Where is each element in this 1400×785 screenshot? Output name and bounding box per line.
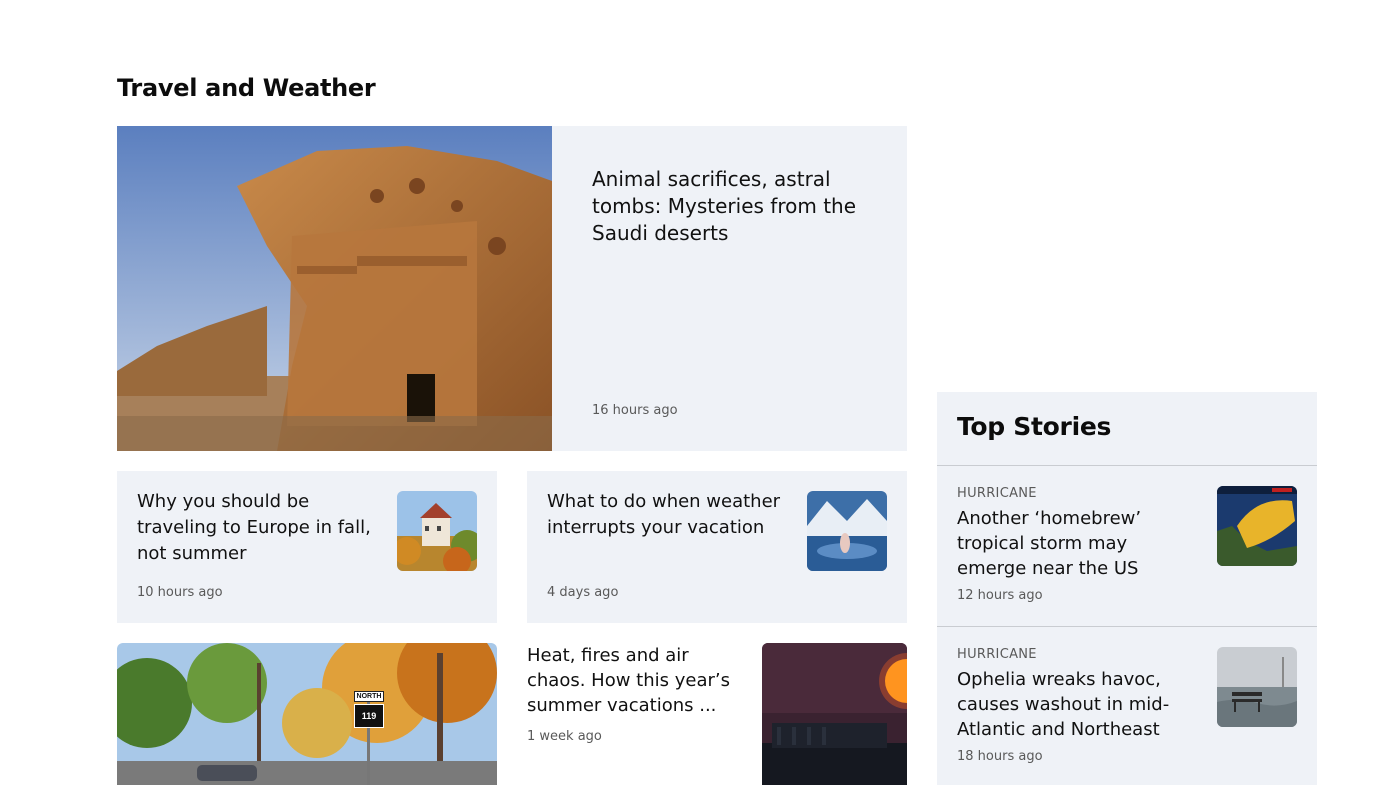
autumn-road-image[interactable]: NORTH 119 — [117, 643, 497, 785]
story-timestamp: 18 hours ago — [957, 749, 1043, 764]
top-stories-panel: Top Stories HURRICANE Another ‘homebrew’… — [937, 392, 1317, 785]
route-sign-number: 119 — [354, 704, 384, 728]
hero-headline[interactable]: Animal sacrifices, astral tombs: Mysteri… — [592, 166, 862, 247]
route-sign: NORTH 119 — [354, 691, 384, 728]
story-card-europe-fall[interactable]: Why you should be traveling to Europe in… — [117, 471, 497, 623]
story-headline[interactable]: Another ‘homebrew’ tropical storm may em… — [957, 506, 1202, 581]
story-timestamp: 12 hours ago — [957, 588, 1043, 603]
snow-thumbnail[interactable] — [807, 491, 887, 571]
story-timestamp: 10 hours ago — [137, 585, 223, 600]
castle-thumbnail[interactable] — [397, 491, 477, 571]
story-timestamp: 4 days ago — [547, 585, 619, 600]
story-kicker[interactable]: HURRICANE — [957, 647, 1037, 662]
top-story-item[interactable]: HURRICANE Ophelia wreaks havoc, causes w… — [937, 627, 1317, 785]
story-card-weather-vacation[interactable]: What to do when weather interrupts your … — [527, 471, 907, 623]
story-headline[interactable]: Ophelia wreaks havoc, causes washout in … — [957, 667, 1202, 742]
top-story-item[interactable]: HURRICANE Another ‘homebrew’ tropical st… — [937, 466, 1317, 626]
story-headline[interactable]: Why you should be traveling to Europe in… — [137, 489, 372, 567]
flooded-bench-thumbnail[interactable] — [1217, 647, 1297, 727]
hero-timestamp: 16 hours ago — [592, 403, 678, 418]
story-headline[interactable]: What to do when weather interrupts your … — [547, 489, 782, 541]
top-stories-title: Top Stories — [957, 412, 1112, 441]
story-kicker[interactable]: HURRICANE — [957, 486, 1037, 501]
hero-image[interactable] — [117, 126, 552, 451]
story-headline[interactable]: Heat, fires and air chaos. How this year… — [527, 643, 742, 718]
hero-story-card[interactable]: Animal sacrifices, astral tombs: Mysteri… — [117, 126, 907, 451]
story-summer-chaos[interactable]: Heat, fires and air chaos. How this year… — [527, 643, 907, 785]
storm-map-thumbnail[interactable] — [1217, 486, 1297, 566]
section-title: Travel and Weather — [117, 74, 376, 102]
sunset-ruins-thumbnail[interactable] — [762, 643, 907, 785]
story-timestamp: 1 week ago — [527, 729, 602, 744]
route-sign-top: NORTH — [354, 691, 384, 702]
